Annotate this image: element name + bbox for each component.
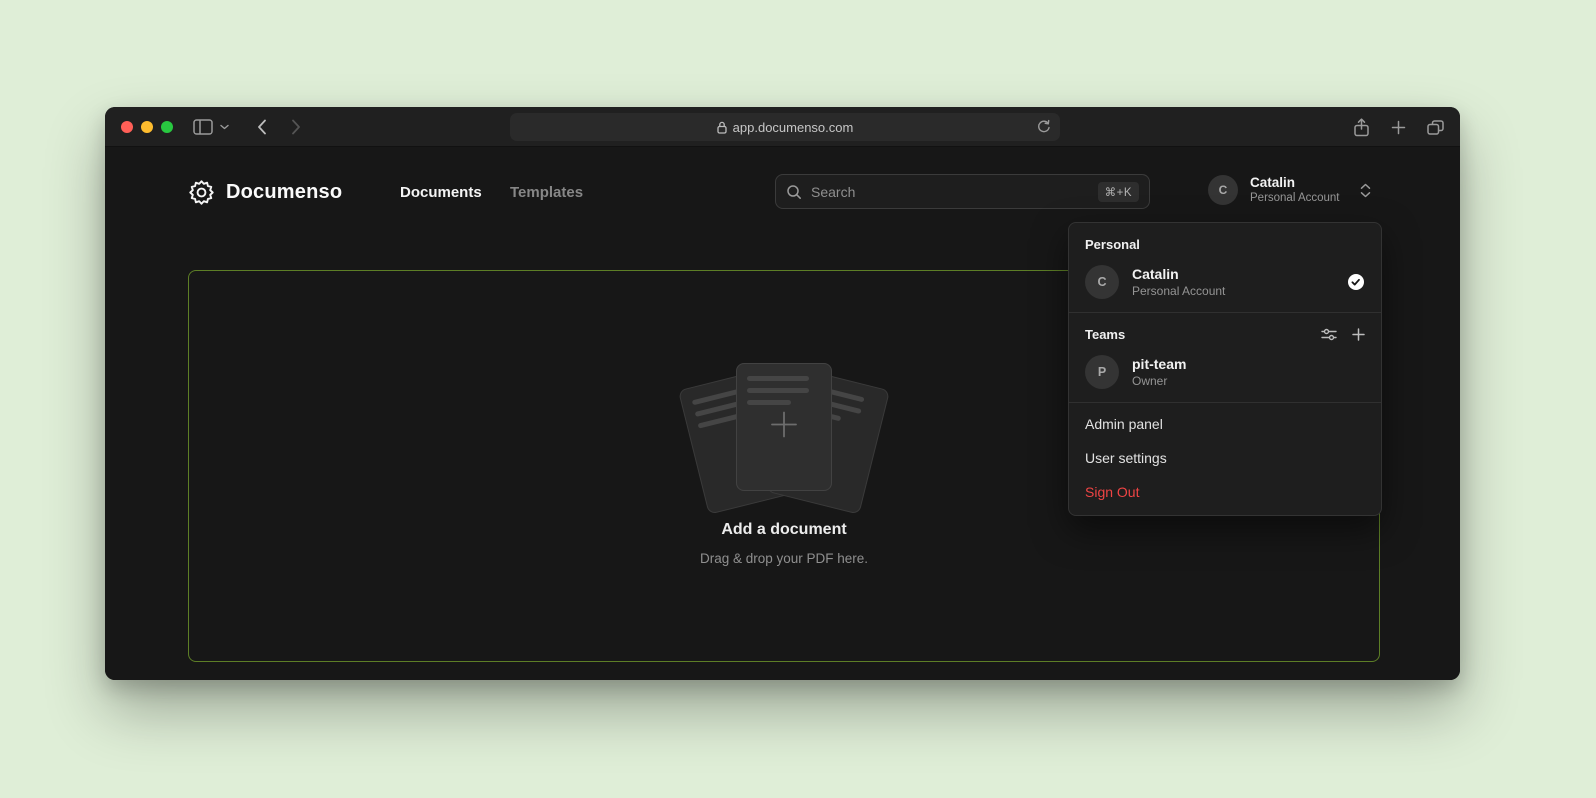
brand-name: Documenso bbox=[226, 181, 342, 204]
divider bbox=[1069, 312, 1381, 313]
search-bar: ⌘+K bbox=[775, 174, 1150, 209]
account-menu: Personal C Catalin Personal Account Team… bbox=[1068, 222, 1382, 516]
dropzone-title: Add a document bbox=[189, 521, 1379, 539]
sidebar-chevron-down-icon[interactable] bbox=[220, 124, 229, 130]
minimize-window-button[interactable] bbox=[141, 121, 153, 133]
avatar: P bbox=[1085, 355, 1119, 389]
search-shortcut-badge: ⌘+K bbox=[1098, 182, 1139, 202]
teams-label: Teams bbox=[1085, 327, 1125, 342]
documents-illustration bbox=[674, 347, 894, 517]
manage-teams-icon[interactable] bbox=[1321, 328, 1337, 341]
team-name: pit-team bbox=[1132, 356, 1365, 373]
search-icon bbox=[786, 184, 802, 200]
back-icon[interactable] bbox=[257, 119, 267, 135]
personal-label: Personal bbox=[1085, 237, 1140, 252]
nav-templates[interactable]: Templates bbox=[510, 184, 583, 201]
sidebar-toggle-icon[interactable] bbox=[193, 119, 213, 135]
account-subtitle: Personal Account bbox=[1132, 284, 1347, 299]
lock-icon bbox=[717, 121, 727, 134]
avatar: C bbox=[1085, 265, 1119, 299]
traffic-lights bbox=[121, 121, 173, 133]
menu-section-teams: Teams bbox=[1069, 317, 1381, 348]
browser-window: app.documenso.com bbox=[105, 107, 1460, 680]
new-tab-icon[interactable] bbox=[1391, 120, 1406, 135]
account-switcher[interactable]: C Catalin Personal Account bbox=[1208, 175, 1371, 205]
dropzone-subtitle: Drag & drop your PDF here. bbox=[189, 551, 1379, 566]
address-bar[interactable]: app.documenso.com bbox=[510, 113, 1060, 141]
document-card bbox=[736, 363, 832, 491]
add-team-icon[interactable] bbox=[1352, 328, 1365, 341]
account-name: Catalin bbox=[1132, 266, 1347, 283]
brand-home-link[interactable]: Documenso bbox=[188, 179, 342, 206]
menu-item-team-pit-team[interactable]: P pit-team Owner bbox=[1069, 348, 1381, 398]
menu-item-sign-out[interactable]: Sign Out bbox=[1069, 475, 1381, 509]
menu-item-admin-panel[interactable]: Admin panel bbox=[1069, 407, 1381, 441]
menu-item-user-settings[interactable]: User settings bbox=[1069, 441, 1381, 475]
toolbar-right-group bbox=[1353, 107, 1444, 147]
add-document-plus-icon bbox=[767, 408, 801, 447]
url-text: app.documenso.com bbox=[733, 120, 854, 135]
chevrons-up-down-icon bbox=[1360, 183, 1371, 198]
search-input[interactable] bbox=[811, 184, 1098, 200]
refresh-icon[interactable] bbox=[1036, 119, 1051, 134]
nav-documents[interactable]: Documents bbox=[400, 184, 482, 201]
user-name: Catalin bbox=[1250, 175, 1346, 191]
menu-section-personal: Personal bbox=[1069, 227, 1381, 258]
documenso-logo-icon bbox=[188, 179, 215, 206]
avatar: C bbox=[1208, 175, 1238, 205]
tabs-overview-icon[interactable] bbox=[1427, 120, 1444, 135]
user-account-type: Personal Account bbox=[1250, 191, 1346, 205]
browser-toolbar: app.documenso.com bbox=[105, 107, 1460, 147]
forward-icon[interactable] bbox=[291, 119, 301, 135]
team-role: Owner bbox=[1132, 374, 1365, 389]
share-icon[interactable] bbox=[1353, 118, 1370, 137]
check-circle-icon bbox=[1347, 273, 1365, 291]
menu-item-personal-account[interactable]: C Catalin Personal Account bbox=[1069, 258, 1381, 308]
app-content: Documenso Documents Templates ⌘+K C Cata… bbox=[105, 147, 1460, 680]
close-window-button[interactable] bbox=[121, 121, 133, 133]
divider bbox=[1069, 402, 1381, 403]
zoom-window-button[interactable] bbox=[161, 121, 173, 133]
